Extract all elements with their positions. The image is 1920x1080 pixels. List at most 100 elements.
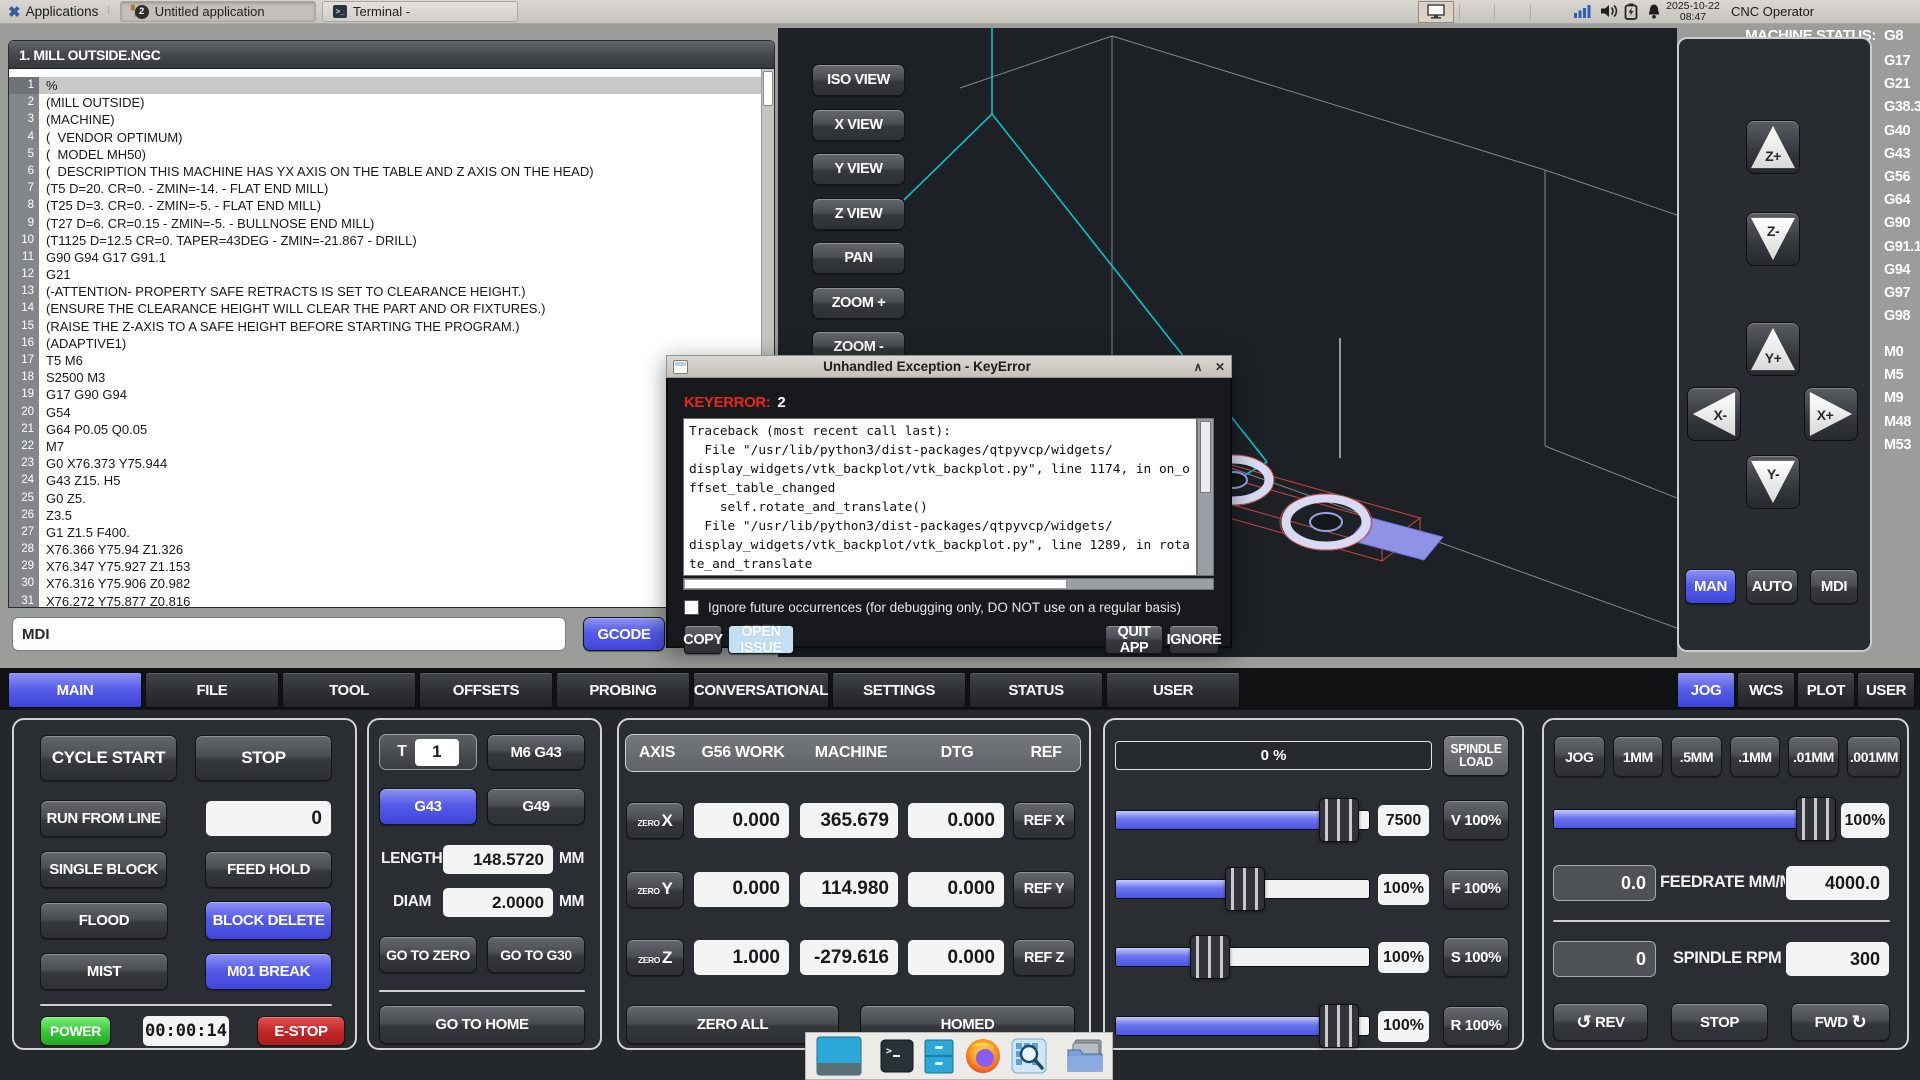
- gcode-editor[interactable]: 1 % 2 (MILL OUTSIDE) 3 (MACHINE) 4 ( VEN…: [9, 69, 774, 608]
- file-cabinet-icon[interactable]: [923, 1039, 955, 1074]
- gcode-line[interactable]: 7 (T5 D=20. CR=0. - ZMIN=-14. - FLAT END…: [9, 180, 774, 197]
- g43-button[interactable]: G43: [379, 788, 477, 825]
- traceback-hscrollbar-thumb[interactable]: [685, 580, 1066, 588]
- mist-button[interactable]: MIST: [40, 953, 168, 990]
- run-from-line-button[interactable]: RUN FROM LINE: [40, 800, 167, 837]
- view-button[interactable]: X VIEW: [812, 109, 905, 141]
- slider-handle[interactable]: [1319, 798, 1359, 842]
- gcode-line[interactable]: 22 M7: [9, 438, 774, 455]
- gcode-line[interactable]: 26 Z3.5: [9, 507, 774, 524]
- gcode-line[interactable]: 15 (RAISE THE Z-AXIS TO A SAFE HEIGHT BE…: [9, 318, 774, 335]
- ref-axis-button[interactable]: REF Z: [1013, 939, 1075, 976]
- cycle-start-button[interactable]: CYCLE START: [40, 735, 177, 781]
- tool-number-input[interactable]: 1: [415, 739, 459, 766]
- estop-button[interactable]: E-STOP: [257, 1016, 345, 1046]
- desktop-icon[interactable]: [816, 1036, 862, 1076]
- jog-speed-slider[interactable]: [1553, 809, 1831, 829]
- side-tab[interactable]: USER: [1857, 672, 1915, 708]
- applications-menu[interactable]: ✖ Applications ⁞: [0, 0, 118, 23]
- gcode-scrollbar-thumb[interactable]: [763, 71, 773, 106]
- gcode-line[interactable]: 29 X76.347 Y75.927 Z1.153: [9, 558, 774, 575]
- gcode-line[interactable]: 16 (ADAPTIVE1): [9, 335, 774, 352]
- override-slider[interactable]: [1115, 947, 1370, 967]
- tab[interactable]: USER: [1106, 672, 1240, 708]
- spindle-stop-button[interactable]: STOP: [1671, 1003, 1768, 1041]
- slider-handle[interactable]: [1225, 867, 1265, 911]
- gcode-line[interactable]: 3 (MACHINE): [9, 111, 774, 128]
- gcode-line[interactable]: 17 T5 M6: [9, 352, 774, 369]
- feed-hold-button[interactable]: FEED HOLD: [205, 851, 332, 888]
- override-slider[interactable]: [1115, 810, 1370, 830]
- feedrate-setting[interactable]: 4000.0: [1785, 865, 1890, 901]
- jog-z-plus-button[interactable]: Z+: [1746, 120, 1800, 174]
- jog-increment-button[interactable]: .01MM: [1788, 736, 1839, 777]
- network-signal-icon[interactable]: [1573, 3, 1593, 24]
- window-tab-terminal[interactable]: >_ Terminal -: [322, 1, 518, 22]
- jog-x-plus-button[interactable]: X+: [1804, 387, 1858, 441]
- gcode-line[interactable]: 19 G17 G90 G94: [9, 386, 774, 403]
- window-tab-untitled[interactable]: ▚ 2 Untitled application: [120, 1, 316, 22]
- tab[interactable]: PROBING: [556, 672, 690, 708]
- tab[interactable]: SETTINGS: [832, 672, 966, 708]
- m01-break-button[interactable]: M01 BREAK: [205, 953, 332, 990]
- length-value[interactable]: 148.5720: [442, 844, 554, 875]
- tab[interactable]: TOOL: [282, 672, 416, 708]
- gcode-line[interactable]: 8 (T25 D=3. CR=0. - ZMIN=-5. - FLAT END …: [9, 197, 774, 214]
- gcode-line[interactable]: 31 X76.272 Y75.877 Z0.816: [9, 593, 774, 608]
- go-to-home-button[interactable]: GO TO HOME: [379, 1005, 585, 1044]
- tab[interactable]: FILE: [145, 672, 279, 708]
- gcode-line[interactable]: 18 S2500 M3: [9, 369, 774, 386]
- spindle-rpm-setting[interactable]: 300: [1785, 941, 1890, 977]
- power-button[interactable]: POWER: [40, 1016, 111, 1046]
- gcode-button[interactable]: GCODE: [583, 617, 665, 651]
- gcode-line[interactable]: 23 G0 X76.373 Y75.944: [9, 455, 774, 472]
- diam-value[interactable]: 2.0000: [442, 887, 554, 918]
- jog-y-minus-button[interactable]: Y-: [1746, 455, 1800, 509]
- tab[interactable]: OFFSETS: [419, 672, 553, 708]
- view-button[interactable]: Y VIEW: [812, 153, 905, 185]
- gcode-line[interactable]: 9 (T27 D=6. CR=0.15 - ZMIN=-5. - BULLNOS…: [9, 215, 774, 232]
- run-from-line-value[interactable]: 0: [205, 800, 332, 837]
- zero-axis-button[interactable]: ZERO Y: [626, 871, 684, 908]
- jog-increment-button[interactable]: JOG: [1554, 736, 1605, 777]
- gcode-line[interactable]: 5 ( MODEL MH50): [9, 146, 774, 163]
- override-100-button[interactable]: V 100%: [1443, 800, 1509, 840]
- gcode-line[interactable]: 4 ( VENDOR OPTIMUM): [9, 129, 774, 146]
- override-100-button[interactable]: S 100%: [1443, 937, 1509, 977]
- gcode-line[interactable]: 20 G54: [9, 404, 774, 421]
- terminal-icon[interactable]: >: [880, 1039, 914, 1073]
- override-slider[interactable]: [1115, 1016, 1370, 1036]
- gcode-line[interactable]: 21 G64 P0.05 Q0.05: [9, 421, 774, 438]
- gcode-line[interactable]: 24 G43 Z15. H5: [9, 472, 774, 489]
- dialog-collapse-button[interactable]: ∧: [1187, 360, 1209, 374]
- view-button[interactable]: ZOOM +: [812, 287, 905, 319]
- zero-axis-button[interactable]: ZERO X: [626, 802, 684, 839]
- spindle-fwd-button[interactable]: FWD ↻: [1791, 1003, 1890, 1041]
- ignore-future-checkbox[interactable]: [684, 600, 699, 615]
- spindle-rev-button[interactable]: ↺ REV: [1553, 1003, 1648, 1041]
- mdi-input[interactable]: [12, 617, 566, 651]
- gcode-line[interactable]: 12 G21: [9, 266, 774, 283]
- zero-axis-button[interactable]: ZERO Z: [626, 939, 684, 976]
- m6-g43-button[interactable]: M6 G43: [487, 734, 585, 770]
- traceback-vscrollbar[interactable]: [1197, 418, 1214, 576]
- jog-increment-button[interactable]: .5MM: [1671, 736, 1722, 777]
- gcode-line[interactable]: 10 (T1125 D=12.5 CR=0. TAPER=43DEG - ZMI…: [9, 232, 774, 249]
- single-block-button[interactable]: SINGLE BLOCK: [40, 851, 167, 888]
- stop-button[interactable]: STOP: [195, 735, 332, 781]
- battery-icon[interactable]: [1624, 3, 1638, 25]
- gcode-line[interactable]: 11 G90 G94 G17 G91.1: [9, 249, 774, 266]
- traceback-textarea[interactable]: Traceback (most recent call last): File …: [683, 418, 1197, 576]
- override-100-button[interactable]: R 100%: [1443, 1006, 1509, 1046]
- gcode-line[interactable]: 25 G0 Z5.: [9, 490, 774, 507]
- tab[interactable]: STATUS: [969, 672, 1103, 708]
- jog-increment-button[interactable]: .1MM: [1730, 736, 1781, 777]
- jog-z-minus-button[interactable]: Z-: [1746, 212, 1800, 266]
- folder-icon[interactable]: [1065, 1038, 1105, 1074]
- dialog-titlebar[interactable]: Unhandled Exception - KeyError ∧ ✕: [666, 355, 1232, 378]
- slider-handle[interactable]: [1190, 935, 1230, 979]
- jog-increment-button[interactable]: 1MM: [1613, 736, 1664, 777]
- override-100-button[interactable]: F 100%: [1443, 869, 1509, 909]
- mode-man-button[interactable]: MAN: [1685, 569, 1736, 604]
- tab[interactable]: MAIN: [8, 672, 142, 708]
